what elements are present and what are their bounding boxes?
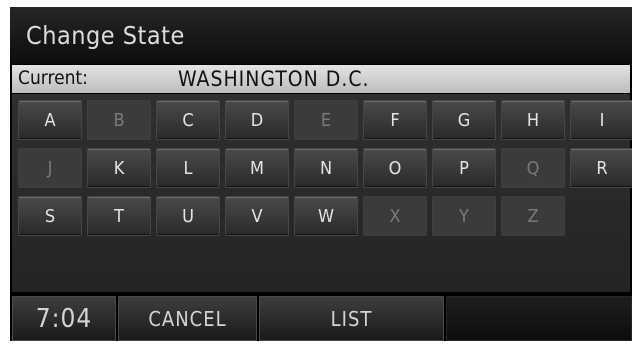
page-title: Change State (26, 21, 185, 50)
current-state-bar: Current: WASHINGTON D.C. (12, 65, 630, 93)
letter-keypad: ABCDEFGHI JKLMNOPQR STUVWXYZ (12, 94, 632, 292)
title-bar: Change State (10, 7, 632, 64)
key-l[interactable]: L (156, 148, 220, 188)
current-state-value: WASHINGTON D.C. (178, 67, 370, 91)
cancel-button[interactable]: CANCEL (118, 296, 257, 341)
key-p[interactable]: P (432, 148, 496, 188)
key-h[interactable]: H (501, 100, 565, 140)
bottom-bar: 7:04 CANCEL LIST (10, 294, 632, 341)
key-k[interactable]: K (87, 148, 151, 188)
clock-display: 7:04 (12, 296, 116, 341)
key-j: J (18, 148, 82, 188)
key-u[interactable]: U (156, 196, 220, 236)
key-d[interactable]: D (225, 100, 289, 140)
empty-button-slot (446, 296, 632, 341)
key-t[interactable]: T (87, 196, 151, 236)
key-w[interactable]: W (294, 196, 358, 236)
key-s[interactable]: S (18, 196, 82, 236)
key-f[interactable]: F (363, 100, 427, 140)
list-button[interactable]: LIST (259, 296, 444, 341)
key-m[interactable]: M (225, 148, 289, 188)
nav-screen: Change State Current: WASHINGTON D.C. AB… (10, 7, 632, 341)
key-g[interactable]: G (432, 100, 496, 140)
key-r[interactable]: R (570, 148, 632, 188)
key-q: Q (501, 148, 565, 188)
key-n[interactable]: N (294, 148, 358, 188)
key-b: B (87, 100, 151, 140)
key-c[interactable]: C (156, 100, 220, 140)
key-z: Z (501, 196, 565, 236)
key-x: X (363, 196, 427, 236)
key-i[interactable]: I (570, 100, 632, 140)
key-v[interactable]: V (225, 196, 289, 236)
current-label: Current: (18, 67, 88, 89)
key-a[interactable]: A (18, 100, 82, 140)
key-o[interactable]: O (363, 148, 427, 188)
key-e: E (294, 100, 358, 140)
key-y: Y (432, 196, 496, 236)
